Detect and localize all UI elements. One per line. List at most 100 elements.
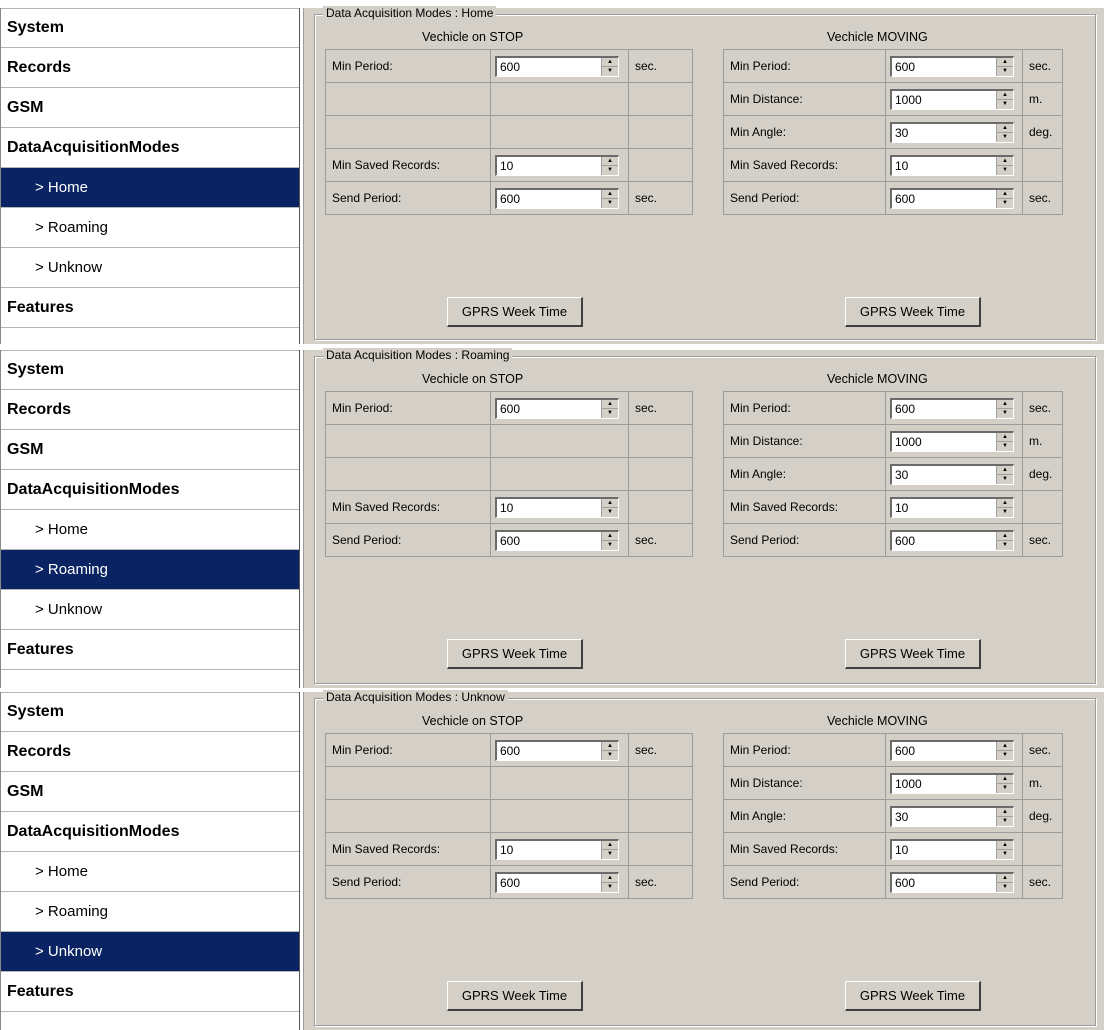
spinner-value[interactable]: 600 (892, 60, 996, 74)
sidebar-item-roaming[interactable]: > Roaming (1, 550, 299, 590)
spinner-value[interactable]: 10 (892, 843, 996, 857)
spin-up-icon[interactable]: ▲ (997, 124, 1013, 133)
spinner-value[interactable]: 600 (497, 192, 601, 206)
sidebar-item-features[interactable]: Features (1, 630, 299, 670)
spinner-value[interactable]: 10 (497, 501, 601, 515)
moving-min-distance-spinner[interactable]: 1000 ▲ ▼ (890, 430, 1014, 452)
spin-down-icon[interactable]: ▼ (997, 67, 1013, 76)
spin-up-icon[interactable]: ▲ (997, 466, 1013, 475)
spin-up-icon[interactable]: ▲ (602, 532, 618, 541)
spin-down-icon[interactable]: ▼ (997, 508, 1013, 517)
spin-up-icon[interactable]: ▲ (997, 874, 1013, 883)
spin-down-icon[interactable]: ▼ (602, 67, 618, 76)
stop-min-period-spinner[interactable]: 600 ▲ ▼ (495, 397, 619, 419)
spin-up-icon[interactable]: ▲ (997, 808, 1013, 817)
sidebar-item-gsm[interactable]: GSM (1, 430, 299, 470)
moving-min-distance-spinner[interactable]: 1000 ▲ ▼ (890, 772, 1014, 794)
moving-send-period-spinner[interactable]: 600 ▲ ▼ (890, 187, 1014, 209)
stop-min-period-spinner[interactable]: 600 ▲ ▼ (495, 55, 619, 77)
sidebar-item-roaming[interactable]: > Roaming (1, 892, 299, 932)
sidebar-item-unknow[interactable]: > Unknow (1, 590, 299, 630)
spinner-value[interactable]: 600 (892, 876, 996, 890)
spinner-value[interactable]: 600 (892, 192, 996, 206)
spinner-value[interactable]: 600 (892, 402, 996, 416)
moving-min-angle-spinner[interactable]: 30 ▲ ▼ (890, 463, 1014, 485)
sidebar-item-system[interactable]: System (1, 692, 299, 732)
spin-down-icon[interactable]: ▼ (997, 409, 1013, 418)
spinner-value[interactable]: 600 (892, 534, 996, 548)
spin-up-icon[interactable]: ▲ (602, 874, 618, 883)
spinner-value[interactable]: 10 (892, 159, 996, 173)
spin-down-icon[interactable]: ▼ (997, 541, 1013, 550)
spinner-value[interactable]: 10 (497, 843, 601, 857)
sidebar-item-gsm[interactable]: GSM (1, 772, 299, 812)
spin-down-icon[interactable]: ▼ (997, 133, 1013, 142)
spin-down-icon[interactable]: ▼ (997, 199, 1013, 208)
spin-up-icon[interactable]: ▲ (997, 433, 1013, 442)
spin-down-icon[interactable]: ▼ (602, 883, 618, 892)
sidebar-item-roaming[interactable]: > Roaming (1, 208, 299, 248)
spin-down-icon[interactable]: ▼ (602, 166, 618, 175)
gprs-week-time-button-moving[interactable]: GPRS Week Time (845, 981, 981, 1011)
spin-up-icon[interactable]: ▲ (602, 499, 618, 508)
sidebar-item-gsm[interactable]: GSM (1, 88, 299, 128)
spin-down-icon[interactable]: ▼ (997, 442, 1013, 451)
stop-min-period-spinner[interactable]: 600 ▲ ▼ (495, 739, 619, 761)
gprs-week-time-button-stop[interactable]: GPRS Week Time (447, 297, 583, 327)
spin-down-icon[interactable]: ▼ (602, 751, 618, 760)
spinner-value[interactable]: 600 (497, 534, 601, 548)
spin-down-icon[interactable]: ▼ (602, 850, 618, 859)
stop-min-saved-records-spinner[interactable]: 10 ▲ ▼ (495, 496, 619, 518)
moving-min-saved-records-spinner[interactable]: 10 ▲ ▼ (890, 496, 1014, 518)
moving-min-period-spinner[interactable]: 600 ▲ ▼ (890, 55, 1014, 77)
spin-down-icon[interactable]: ▼ (997, 817, 1013, 826)
spin-down-icon[interactable]: ▼ (997, 784, 1013, 793)
spinner-value[interactable]: 1000 (892, 777, 996, 791)
spin-up-icon[interactable]: ▲ (997, 742, 1013, 751)
spin-down-icon[interactable]: ▼ (997, 166, 1013, 175)
spin-up-icon[interactable]: ▲ (602, 841, 618, 850)
moving-min-angle-spinner[interactable]: 30 ▲ ▼ (890, 805, 1014, 827)
sidebar-item-home[interactable]: > Home (1, 852, 299, 892)
stop-send-period-spinner[interactable]: 600 ▲ ▼ (495, 187, 619, 209)
spin-up-icon[interactable]: ▲ (602, 58, 618, 67)
spinner-value[interactable]: 30 (892, 810, 996, 824)
moving-min-distance-spinner[interactable]: 1000 ▲ ▼ (890, 88, 1014, 110)
spinner-value[interactable]: 30 (892, 468, 996, 482)
moving-send-period-spinner[interactable]: 600 ▲ ▼ (890, 529, 1014, 551)
spin-down-icon[interactable]: ▼ (602, 541, 618, 550)
spinner-value[interactable]: 1000 (892, 435, 996, 449)
spin-up-icon[interactable]: ▲ (997, 58, 1013, 67)
sidebar-item-unknow[interactable]: > Unknow (1, 932, 299, 972)
spinner-value[interactable]: 600 (497, 744, 601, 758)
spin-up-icon[interactable]: ▲ (997, 499, 1013, 508)
gprs-week-time-button-moving[interactable]: GPRS Week Time (845, 639, 981, 669)
spin-up-icon[interactable]: ▲ (997, 91, 1013, 100)
spin-down-icon[interactable]: ▼ (602, 199, 618, 208)
sidebar-item-unknow[interactable]: > Unknow (1, 248, 299, 288)
spin-up-icon[interactable]: ▲ (997, 775, 1013, 784)
gprs-week-time-button-stop[interactable]: GPRS Week Time (447, 981, 583, 1011)
spinner-value[interactable]: 600 (497, 60, 601, 74)
sidebar-item-records[interactable]: Records (1, 48, 299, 88)
sidebar-item-system[interactable]: System (1, 8, 299, 48)
spin-up-icon[interactable]: ▲ (997, 157, 1013, 166)
gprs-week-time-button-moving[interactable]: GPRS Week Time (845, 297, 981, 327)
sidebar-item-home[interactable]: > Home (1, 510, 299, 550)
spin-up-icon[interactable]: ▲ (602, 190, 618, 199)
stop-min-saved-records-spinner[interactable]: 10 ▲ ▼ (495, 838, 619, 860)
spinner-value[interactable]: 10 (497, 159, 601, 173)
spin-up-icon[interactable]: ▲ (602, 157, 618, 166)
stop-min-saved-records-spinner[interactable]: 10 ▲ ▼ (495, 154, 619, 176)
spin-down-icon[interactable]: ▼ (997, 850, 1013, 859)
sidebar-item-data-acquisition-modes[interactable]: DataAcquisitionModes (1, 470, 299, 510)
moving-send-period-spinner[interactable]: 600 ▲ ▼ (890, 871, 1014, 893)
stop-send-period-spinner[interactable]: 600 ▲ ▼ (495, 529, 619, 551)
sidebar-item-data-acquisition-modes[interactable]: DataAcquisitionModes (1, 812, 299, 852)
spinner-value[interactable]: 600 (892, 744, 996, 758)
spin-up-icon[interactable]: ▲ (602, 742, 618, 751)
moving-min-angle-spinner[interactable]: 30 ▲ ▼ (890, 121, 1014, 143)
moving-min-saved-records-spinner[interactable]: 10 ▲ ▼ (890, 154, 1014, 176)
spinner-value[interactable]: 30 (892, 126, 996, 140)
sidebar-item-data-acquisition-modes[interactable]: DataAcquisitionModes (1, 128, 299, 168)
